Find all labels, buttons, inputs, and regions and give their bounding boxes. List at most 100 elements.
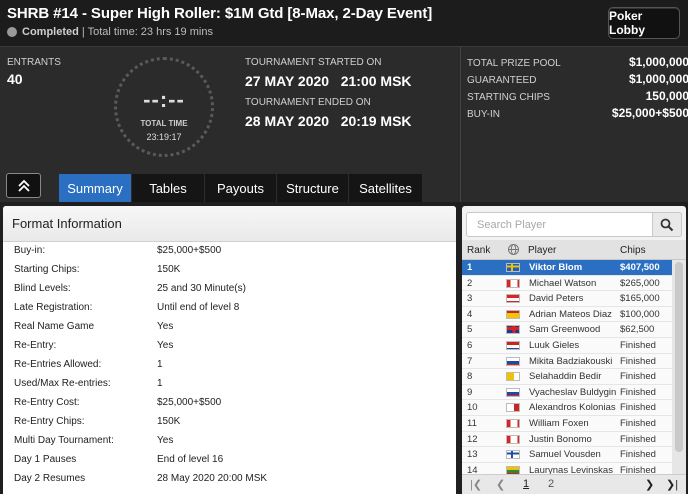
collapse-button[interactable] — [6, 173, 41, 198]
prize-label: STARTING CHIPS — [467, 92, 550, 103]
player-row[interactable]: 1 Viktor Blom $407,500 — [462, 260, 672, 276]
country-flag-icon — [506, 294, 520, 304]
format-row-value: 1 — [157, 359, 163, 370]
player-rank: 11 — [467, 418, 477, 429]
tournament-title: SHRB #14 - Super High Roller: $1M Gtd [8… — [7, 5, 433, 22]
tab-summary[interactable]: Summary — [59, 174, 132, 202]
player-name: Samuel Vousden — [529, 449, 601, 461]
player-rank: 3 — [467, 293, 473, 305]
first-page-icon[interactable]: |❮ — [470, 478, 482, 491]
prize-label: GUARANTEED — [467, 75, 537, 86]
format-row: Multi Day Tournament: Yes — [3, 432, 456, 451]
prize-value: 150,000 — [645, 89, 688, 103]
prize-value: $1,000,000 — [628, 55, 688, 69]
player-row[interactable]: 3 David Peters $165,000 — [462, 291, 672, 307]
player-row[interactable]: 11 William Foxen Finished — [462, 416, 672, 432]
column-rank[interactable]: Rank — [467, 245, 490, 256]
format-row-value: Yes — [157, 435, 174, 446]
player-name: Sam Greenwood — [529, 324, 601, 336]
format-row-label: Late Registration: — [14, 302, 93, 313]
player-row[interactable]: 7 Mikita Badziakouski Finished — [462, 353, 672, 370]
player-row[interactable]: 2 Michael Watson $265,000 — [462, 275, 672, 292]
player-row[interactable]: 8 Selahaddin Bedir Finished — [462, 369, 672, 385]
prize-row: STARTING CHIPS 150,000 — [467, 89, 688, 103]
player-rank: 8 — [467, 371, 473, 383]
started-value: 27 MAY 2020 21:00 MSK — [245, 73, 412, 89]
format-row: Used/Max Re-entries: 1 — [3, 375, 456, 394]
country-flag-icon — [506, 341, 520, 350]
player-rank: 10 — [467, 402, 478, 414]
search-icon — [660, 218, 674, 231]
format-row-label: Re-Entries Allowed: — [14, 359, 102, 370]
format-row: Starting Chips: 150K — [3, 261, 456, 280]
tab-satellites[interactable]: Satellites — [349, 174, 423, 202]
format-title: Format Information — [3, 206, 456, 242]
player-row[interactable]: 4 Adrian Mateos Diaz $100,000 — [462, 306, 672, 323]
tab-structure[interactable]: Structure — [277, 174, 349, 202]
format-row-value: $25,000+$500 — [157, 245, 222, 256]
prize-label: TOTAL PRIZE POOL — [467, 58, 561, 69]
page-2-link[interactable]: 2 — [548, 478, 554, 490]
country-flag-icon — [506, 434, 520, 444]
format-row-value: End of level 16 — [157, 454, 224, 465]
ended-value: 28 MAY 2020 20:19 MSK — [245, 113, 412, 129]
prev-page-icon[interactable]: ❮ — [496, 478, 505, 491]
prize-row: BUY-IN $25,000+$500 — [467, 106, 688, 120]
column-player[interactable]: Player — [528, 245, 556, 256]
format-row: Re-Entry: Yes — [3, 337, 456, 356]
format-row-value: 1 — [157, 378, 163, 389]
player-list-scrollbar[interactable] — [672, 260, 686, 474]
format-row: Buy-in: $25,000+$500 — [3, 242, 456, 261]
player-name: David Peters — [529, 293, 584, 305]
tab-bar: Summary Tables Payouts Structure Satelli… — [0, 172, 460, 202]
scrollbar-thumb[interactable] — [675, 262, 683, 452]
next-page-icon[interactable]: ❯ — [645, 478, 654, 491]
prize-value: $25,000+$500 — [611, 106, 688, 120]
format-row-label: Re-Entry: — [14, 340, 57, 351]
country-flag-icon — [506, 263, 520, 272]
last-page-icon[interactable]: ❯| — [666, 478, 678, 491]
country-flag-icon — [506, 403, 520, 413]
player-row[interactable]: 6 Luuk Gieles Finished — [462, 338, 672, 354]
format-row-label: Re-Entry Chips: — [14, 416, 85, 427]
player-row[interactable]: 13 Samuel Vousden Finished — [462, 447, 672, 463]
page-1-link[interactable]: 1 — [523, 478, 529, 490]
format-row-label: Multi Day Tournament: — [14, 435, 114, 446]
player-rank: 9 — [467, 386, 473, 398]
player-chips: Finished — [620, 418, 656, 429]
entrants-label: ENTRANTS — [7, 57, 61, 68]
country-flag-icon — [506, 387, 520, 397]
poker-lobby-button[interactable]: Poker Lobby — [608, 7, 680, 39]
player-chips: $165,000 — [620, 293, 660, 305]
total-time-clock: --:-- TOTAL TIME 23:19:17 — [114, 57, 214, 157]
format-row: Day 1 Pauses End of level 16 — [3, 451, 456, 470]
clock-digits: --:-- — [143, 87, 185, 112]
search-player-field[interactable]: Search Player — [466, 212, 682, 237]
player-row[interactable]: 12 Justin Bonomo Finished — [462, 431, 672, 448]
player-chips: Finished — [620, 386, 656, 398]
player-row[interactable]: 5 Sam Greenwood $62,500 — [462, 322, 672, 338]
player-chips: Finished — [620, 355, 656, 367]
country-flag-icon — [506, 325, 520, 335]
tab-payouts[interactable]: Payouts — [205, 174, 277, 202]
column-chips[interactable]: Chips — [620, 245, 646, 256]
player-row[interactable]: 9 Vyacheslav Buldygin Finished — [462, 384, 672, 401]
clock-label: TOTAL TIME — [140, 119, 188, 128]
format-row: Re-Entries Allowed: 1 — [3, 356, 456, 375]
status-badge: Completed — [22, 26, 79, 38]
tournament-header: SHRB #14 - Super High Roller: $1M Gtd [8… — [0, 0, 688, 46]
tab-tables[interactable]: Tables — [132, 174, 205, 202]
player-name: Selahaddin Bedir — [529, 371, 602, 383]
player-rank: 4 — [467, 308, 473, 320]
player-rank: 1 — [467, 262, 473, 273]
player-chips: Finished — [620, 371, 656, 383]
format-row: Re-Entry Chips: 150K — [3, 413, 456, 432]
format-row: Day 2 Resumes 28 May 2020 20:00 MSK — [3, 470, 456, 489]
format-row-value: $25,000+$500 — [157, 397, 222, 408]
globe-icon[interactable] — [507, 243, 520, 259]
player-row[interactable]: 10 Alexandros Kolonias Finished — [462, 400, 672, 416]
entrants-value: 40 — [7, 71, 23, 87]
player-rank: 7 — [467, 355, 473, 367]
search-button[interactable] — [652, 212, 682, 237]
player-rank: 6 — [467, 340, 473, 351]
